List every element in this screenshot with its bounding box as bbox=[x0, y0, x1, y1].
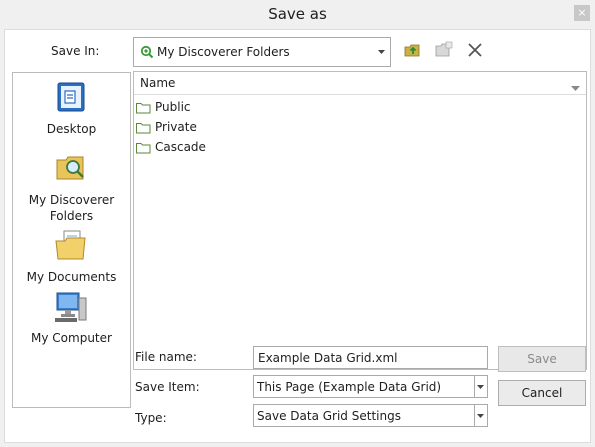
place-label-discoverer-folders: My Discoverer Folders bbox=[28, 193, 115, 223]
title-bar[interactable]: Save as × bbox=[0, 0, 595, 28]
save-button[interactable]: Save bbox=[498, 346, 586, 372]
file-name-label: File name: bbox=[135, 350, 197, 364]
delete-icon[interactable] bbox=[466, 41, 484, 59]
discoverer-folders-icon bbox=[53, 151, 89, 185]
folder-icon bbox=[136, 102, 151, 117]
file-list[interactable]: Name Public Private Cascade bbox=[133, 71, 587, 370]
list-item[interactable]: Cascade bbox=[136, 139, 576, 157]
documents-icon bbox=[53, 229, 89, 263]
folder-icon bbox=[136, 142, 151, 157]
close-button[interactable]: × bbox=[574, 5, 590, 21]
folder-label: Public bbox=[155, 100, 191, 114]
list-item[interactable]: Public bbox=[136, 99, 576, 117]
place-computer[interactable]: My Computer bbox=[13, 290, 130, 350]
name-column-label: Name bbox=[140, 76, 176, 90]
places-sidebar: Desktop My Discoverer Folders My Documen… bbox=[12, 72, 131, 408]
save-in-dropdown[interactable]: My Discoverer Folders bbox=[133, 37, 391, 67]
chevron-down-icon[interactable] bbox=[376, 38, 388, 66]
cancel-button[interactable]: Cancel bbox=[498, 380, 586, 406]
place-desktop[interactable]: Desktop bbox=[13, 81, 130, 141]
name-column-header[interactable]: Name bbox=[134, 72, 586, 95]
place-label-documents: My Documents bbox=[26, 270, 117, 284]
save-item-label: Save Item: bbox=[135, 380, 200, 394]
file-name-field[interactable]: Example Data Grid.xml bbox=[253, 346, 488, 369]
folder-label: Private bbox=[155, 120, 197, 134]
place-discoverer-folders[interactable]: My Discoverer Folders bbox=[13, 151, 130, 227]
save-in-label: Save In: bbox=[51, 44, 100, 58]
desktop-icon bbox=[53, 81, 89, 115]
type-label: Type: bbox=[135, 411, 167, 425]
place-label-desktop: Desktop bbox=[46, 122, 97, 136]
new-folder-icon[interactable] bbox=[435, 41, 453, 59]
chevron-down-icon[interactable] bbox=[474, 405, 487, 426]
place-documents[interactable]: My Documents bbox=[13, 229, 130, 289]
place-label-computer: My Computer bbox=[31, 331, 112, 345]
type-dropdown[interactable]: Save Data Grid Settings bbox=[253, 404, 488, 427]
chevron-down-icon[interactable] bbox=[571, 80, 580, 94]
discoverer-folders-icon bbox=[140, 45, 154, 59]
chevron-down-icon[interactable] bbox=[474, 376, 487, 397]
file-name-value: Example Data Grid.xml bbox=[258, 351, 398, 365]
save-item-dropdown[interactable]: This Page (Example Data Grid) bbox=[253, 375, 488, 398]
dialog-title: Save as bbox=[268, 5, 327, 23]
list-item[interactable]: Private bbox=[136, 119, 576, 137]
save-as-dialog: Save as × Save In: My Discoverer Folders bbox=[0, 0, 595, 447]
computer-icon bbox=[53, 290, 89, 324]
folder-icon bbox=[136, 122, 151, 137]
dialog-content: Save In: My Discoverer Folders Desktop M… bbox=[4, 29, 591, 443]
type-value: Save Data Grid Settings bbox=[257, 409, 401, 423]
save-item-value: This Page (Example Data Grid) bbox=[257, 380, 442, 394]
folder-label: Cascade bbox=[155, 140, 206, 154]
up-folder-icon[interactable] bbox=[404, 41, 422, 59]
save-in-value: My Discoverer Folders bbox=[157, 45, 290, 59]
